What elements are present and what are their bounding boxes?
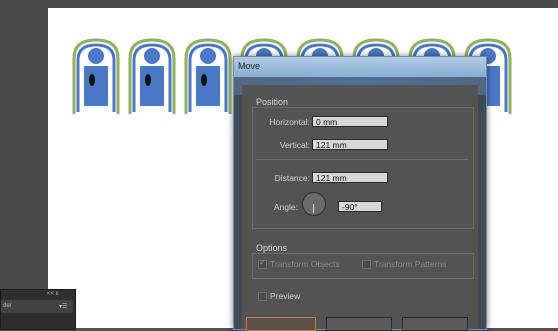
copy-button[interactable] xyxy=(326,317,392,331)
panel-menu-icon[interactable]: ▾☰ xyxy=(59,303,67,310)
ok-button[interactable] xyxy=(246,317,316,331)
transform-objects-label: Transform Objects xyxy=(270,259,340,269)
transform-patterns-label: Transform Patterns xyxy=(374,259,447,269)
ornament-icon[interactable] xyxy=(70,36,122,116)
floating-panel: << x der ▾☰ xyxy=(0,289,76,330)
angle-label: Angle: xyxy=(273,202,298,212)
preview-checkbox[interactable] xyxy=(258,292,267,302)
horizontal-label: Horizontal: xyxy=(269,117,310,127)
panel-tab-label: der xyxy=(3,303,12,309)
dialog-titlebar[interactable]: Move xyxy=(234,57,486,77)
options-group-label: Options xyxy=(256,243,288,253)
transform-patterns-option[interactable]: Transform Patterns xyxy=(362,259,447,270)
cancel-button[interactable] xyxy=(402,317,468,331)
preview-label: Preview xyxy=(270,291,301,301)
ornament-icon[interactable] xyxy=(126,36,178,116)
distance-input[interactable]: 121 mm xyxy=(312,172,388,183)
divider xyxy=(256,159,468,160)
transform-patterns-checkbox[interactable] xyxy=(362,260,371,270)
transform-objects-option[interactable]: ✓ Transform Objects xyxy=(258,258,340,270)
vertical-input[interactable]: 121 mm xyxy=(312,139,388,150)
panel-tab[interactable]: der ▾☰ xyxy=(1,300,73,313)
vertical-label: Vertical: xyxy=(279,140,310,150)
angle-input[interactable]: -90° xyxy=(338,201,382,212)
move-dialog: Move Position Horizontal: 0 mm Vertical:… xyxy=(233,56,487,331)
dialog-title: Move xyxy=(238,61,261,71)
preview-option[interactable]: Preview xyxy=(258,291,301,302)
checkmark-icon: ✓ xyxy=(259,258,266,268)
ornament-icon[interactable] xyxy=(182,36,234,116)
angle-dial-needle xyxy=(313,204,314,213)
distance-label: Distance: xyxy=(274,173,310,183)
position-group-label: Position xyxy=(256,97,289,107)
dialog-body: Position Horizontal: 0 mm Vertical: 121 … xyxy=(242,85,478,331)
angle-dial-icon[interactable] xyxy=(302,192,326,216)
horizontal-input[interactable]: 0 mm xyxy=(312,116,388,127)
transform-objects-checkbox[interactable]: ✓ xyxy=(258,258,267,270)
panel-collapse-close-controls[interactable]: << x xyxy=(47,291,59,297)
